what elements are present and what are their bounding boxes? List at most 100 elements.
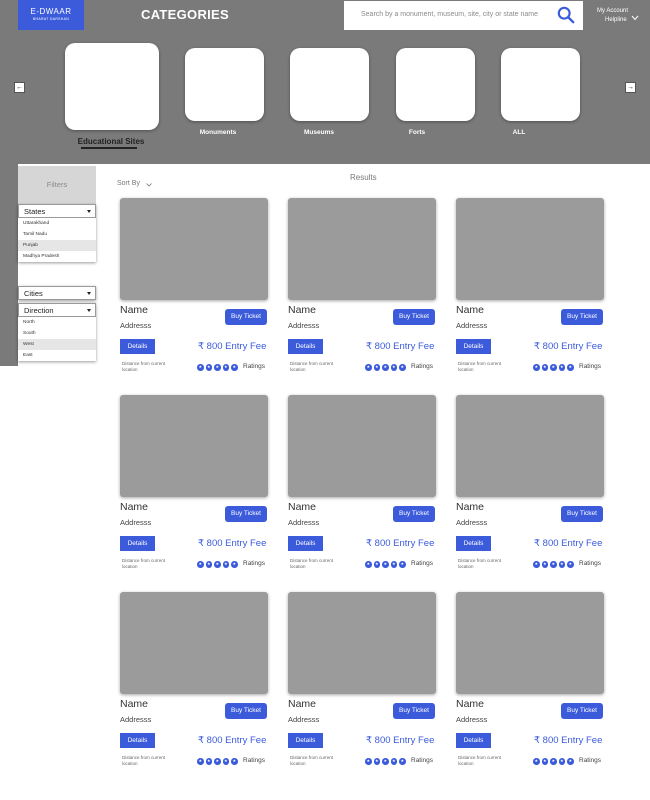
card-image[interactable] (288, 395, 436, 497)
star-icon[interactable]: ★ (567, 364, 574, 371)
rating-stars[interactable]: ★ ★ ★ ★ ★ (365, 561, 408, 568)
star-icon[interactable]: ★ (373, 364, 380, 371)
star-icon[interactable]: ★ (399, 561, 406, 568)
star-icon[interactable]: ★ (222, 758, 229, 765)
rating-stars[interactable]: ★ ★ ★ ★ ★ (533, 758, 576, 765)
details-button[interactable]: Details (288, 536, 323, 551)
star-icon[interactable]: ★ (533, 758, 540, 765)
star-icon[interactable]: ★ (567, 561, 574, 568)
sort-by-dropdown[interactable]: Sort By (117, 180, 140, 187)
buy-ticket-button[interactable]: Buy Ticket (225, 703, 267, 719)
star-icon[interactable]: ★ (231, 364, 238, 371)
star-icon[interactable]: ★ (214, 561, 221, 568)
details-button[interactable]: Details (456, 536, 491, 551)
star-icon[interactable]: ★ (365, 364, 372, 371)
buy-ticket-button[interactable]: Buy Ticket (561, 309, 603, 325)
category-label-all[interactable]: ALL (513, 129, 526, 136)
star-icon[interactable]: ★ (390, 364, 397, 371)
card-image[interactable] (456, 395, 604, 497)
category-card-all[interactable] (501, 48, 580, 121)
card-image[interactable] (120, 395, 268, 497)
star-icon[interactable]: ★ (390, 758, 397, 765)
card-image[interactable] (288, 592, 436, 694)
category-label-museums[interactable]: Museums (304, 129, 334, 136)
logo[interactable]: E-DWAAR BHARAT DARSHAN (18, 0, 84, 30)
buy-ticket-button[interactable]: Buy Ticket (225, 506, 267, 522)
category-card-forts[interactable] (396, 48, 475, 121)
star-icon[interactable]: ★ (541, 561, 548, 568)
rating-stars[interactable]: ★ ★ ★ ★ ★ (533, 561, 576, 568)
star-icon[interactable]: ★ (197, 758, 204, 765)
details-button[interactable]: Details (120, 339, 155, 354)
star-icon[interactable]: ★ (205, 364, 212, 371)
chevron-down-icon[interactable] (146, 183, 152, 187)
star-icon[interactable]: ★ (399, 364, 406, 371)
rating-stars[interactable]: ★ ★ ★ ★ ★ (197, 364, 240, 371)
rating-stars[interactable]: ★ ★ ★ ★ ★ (197, 561, 240, 568)
rating-stars[interactable]: ★ ★ ★ ★ ★ (533, 364, 576, 371)
details-button[interactable]: Details (456, 733, 491, 748)
cities-dropdown-toggle[interactable]: Cities (18, 286, 96, 300)
star-icon[interactable]: ★ (365, 561, 372, 568)
details-button[interactable]: Details (288, 733, 323, 748)
star-icon[interactable]: ★ (205, 758, 212, 765)
direction-option[interactable]: East (18, 350, 96, 361)
search-bar[interactable]: Search by a monument, museum, site, city… (344, 1, 583, 30)
card-image[interactable] (456, 592, 604, 694)
rating-stars[interactable]: ★ ★ ★ ★ ★ (197, 758, 240, 765)
star-icon[interactable]: ★ (222, 561, 229, 568)
category-label-forts[interactable]: Forts (409, 129, 425, 136)
search-icon[interactable] (557, 6, 575, 24)
buy-ticket-button[interactable]: Buy Ticket (393, 506, 435, 522)
details-button[interactable]: Details (456, 339, 491, 354)
direction-dropdown[interactable]: Direction North South West East (18, 303, 96, 361)
star-icon[interactable]: ★ (205, 561, 212, 568)
card-image[interactable] (288, 198, 436, 300)
star-icon[interactable]: ★ (550, 561, 557, 568)
star-icon[interactable]: ★ (365, 758, 372, 765)
details-button[interactable]: Details (288, 339, 323, 354)
star-icon[interactable]: ★ (558, 758, 565, 765)
direction-option[interactable]: South (18, 328, 96, 339)
carousel-next-button[interactable]: → (625, 82, 636, 93)
states-option[interactable]: Tamil Nadu (18, 229, 96, 240)
my-account-link[interactable]: My Account (597, 7, 628, 16)
star-icon[interactable]: ★ (382, 364, 389, 371)
buy-ticket-button[interactable]: Buy Ticket (225, 309, 267, 325)
buy-ticket-button[interactable]: Buy Ticket (393, 309, 435, 325)
account-menu[interactable]: My Account Helpline (597, 7, 628, 25)
details-button[interactable]: Details (120, 733, 155, 748)
star-icon[interactable]: ★ (373, 561, 380, 568)
states-dropdown[interactable]: States Uttarakhand Tamil Nadu Punjab Madhya… (18, 204, 96, 262)
buy-ticket-button[interactable]: Buy Ticket (561, 703, 603, 719)
card-image[interactable] (120, 592, 268, 694)
states-option[interactable]: Madhya Pradesh (18, 251, 96, 262)
search-input[interactable]: Search by a monument, museum, site, city… (361, 11, 538, 18)
star-icon[interactable]: ★ (197, 364, 204, 371)
card-image[interactable] (456, 198, 604, 300)
star-icon[interactable]: ★ (222, 364, 229, 371)
chevron-down-icon[interactable] (631, 15, 639, 21)
direction-option[interactable]: West (18, 339, 96, 350)
states-option[interactable]: Punjab (18, 240, 96, 251)
star-icon[interactable]: ★ (558, 561, 565, 568)
star-icon[interactable]: ★ (231, 758, 238, 765)
category-card-monuments[interactable] (185, 48, 264, 121)
carousel-prev-button[interactable]: ← (14, 82, 25, 93)
star-icon[interactable]: ★ (399, 758, 406, 765)
star-icon[interactable]: ★ (541, 364, 548, 371)
star-icon[interactable]: ★ (390, 561, 397, 568)
star-icon[interactable]: ★ (382, 561, 389, 568)
rating-stars[interactable]: ★ ★ ★ ★ ★ (365, 758, 408, 765)
star-icon[interactable]: ★ (541, 758, 548, 765)
card-image[interactable] (120, 198, 268, 300)
direction-dropdown-toggle[interactable]: Direction (18, 303, 96, 317)
star-icon[interactable]: ★ (382, 758, 389, 765)
buy-ticket-button[interactable]: Buy Ticket (561, 506, 603, 522)
states-option[interactable]: Uttarakhand (18, 218, 96, 229)
star-icon[interactable]: ★ (214, 758, 221, 765)
star-icon[interactable]: ★ (373, 758, 380, 765)
category-card-museums[interactable] (290, 48, 369, 121)
star-icon[interactable]: ★ (550, 364, 557, 371)
star-icon[interactable]: ★ (214, 364, 221, 371)
